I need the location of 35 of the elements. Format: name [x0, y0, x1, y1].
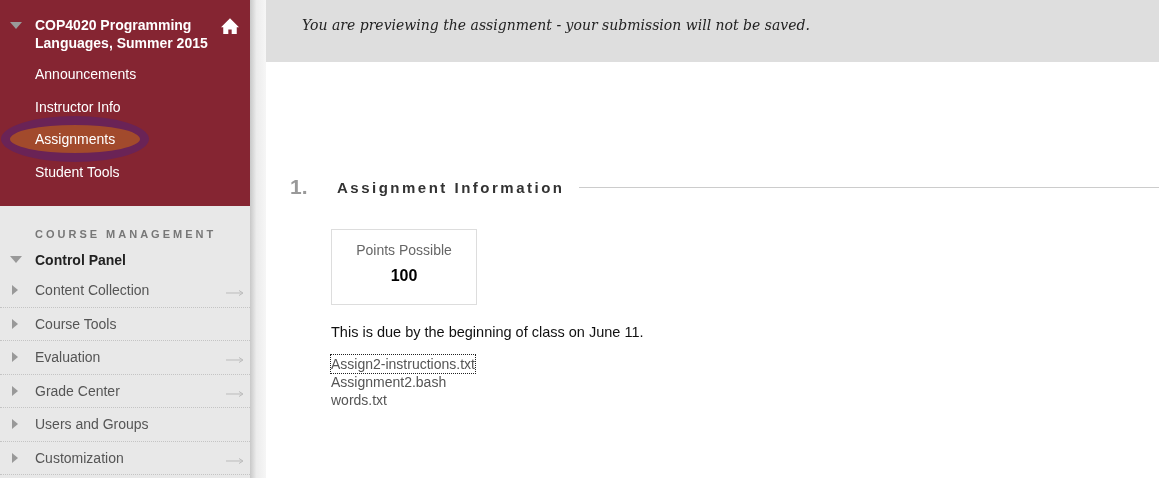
section-heading: COURSE MANAGEMENT — [34, 228, 218, 242]
expand-arrow-icon[interactable] — [12, 385, 18, 396]
control-panel-title[interactable]: Control Panel — [35, 252, 126, 268]
menu-item[interactable]: Evaluation — [35, 349, 226, 366]
menu-item[interactable]: Instructor Info — [35, 98, 121, 115]
points-value: 100 — [389, 267, 419, 285]
expand-arrow-icon[interactable] — [12, 452, 18, 463]
caret-icon[interactable] — [10, 22, 22, 30]
file-link[interactable]: Assign2-instructions.txt — [331, 355, 475, 373]
menu-item[interactable]: Users and Groups — [35, 416, 244, 433]
arrow-icon[interactable] — [226, 290, 244, 297]
home-icon[interactable] — [221, 17, 239, 35]
expand-arrow-icon[interactable] — [12, 352, 18, 363]
file-link[interactable]: words.txt — [331, 391, 387, 409]
file-link[interactable]: Assignment2.bash — [331, 373, 447, 391]
step-number: 1. — [290, 175, 309, 199]
preview-notice: You are previewing the assignment - your submission will not be saved. — [302, 17, 811, 33]
arrow-icon[interactable] — [226, 457, 244, 464]
menu-item[interactable]: Grade Center — [35, 382, 226, 399]
expand-arrow-icon[interactable] — [12, 419, 18, 430]
section-title: Assignment Information — [337, 178, 565, 196]
menu-item[interactable]: Student Tools — [35, 163, 120, 180]
menu-item[interactable]: Customization — [35, 449, 226, 466]
instructions-text: This is due by the beginning of class on June 11. — [331, 324, 645, 340]
menu-item[interactable]: Announcements — [35, 66, 137, 83]
menu-item[interactable]: Content Collection — [35, 282, 226, 299]
arrow-icon[interactable] — [226, 390, 244, 397]
arrow-icon[interactable] — [226, 357, 244, 364]
expand-arrow-icon[interactable] — [12, 318, 18, 329]
course-title[interactable]: COP4020 Programming Languages, Summer 2015 — [35, 16, 215, 52]
menu-item[interactable]: Course Tools — [35, 315, 244, 332]
points-label: Points Possible — [355, 242, 453, 258]
caret-icon[interactable] — [10, 256, 22, 264]
expand-arrow-icon[interactable] — [12, 285, 18, 296]
menu-item[interactable]: Assignments — [35, 131, 116, 148]
